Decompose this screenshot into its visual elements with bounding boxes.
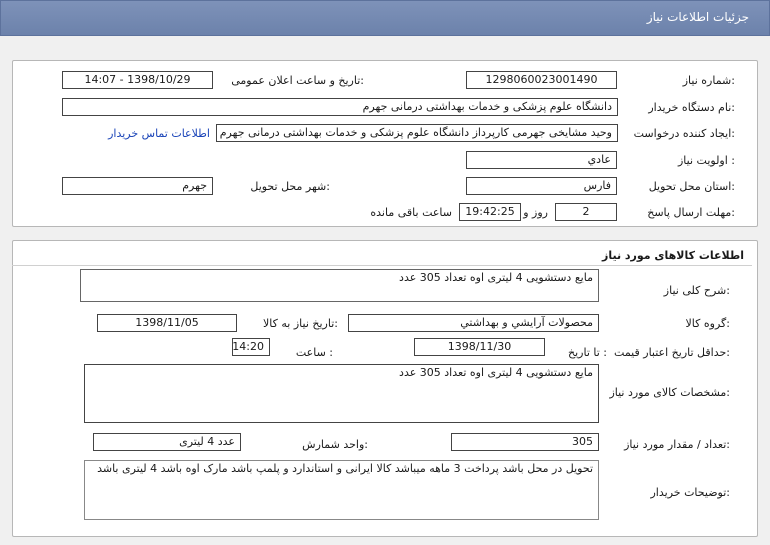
days-and-text: روز و: [523, 206, 548, 219]
goods-group-label: گروه کالا:: [685, 317, 730, 330]
creator-label: ایجاد کننده درخواست:: [633, 127, 735, 140]
need-number-field: 1298060023001490: [466, 71, 617, 89]
unit-field: عدد 4 لیتری: [93, 433, 241, 451]
deadline-label: مهلت ارسال پاسخ:: [647, 206, 735, 219]
page-header: جزئیات اطلاعات نیاز: [0, 0, 770, 36]
to-date-field: 1398/11/30: [414, 338, 545, 356]
validity-time-field: 14:20: [232, 338, 270, 356]
priority-field: عادي: [466, 151, 617, 169]
buyer-notes-field: تحویل در محل باشد پرداخت 3 ماهه میباشد ک…: [84, 460, 599, 520]
quantity-field: 305: [451, 433, 599, 451]
city-field: جهرم: [62, 177, 213, 195]
buyer-field: دانشگاه علوم پزشکی و خدمات بهداشتی درمان…: [62, 98, 618, 116]
province-label: استان محل تحویل:: [648, 180, 735, 193]
buyer-notes-label: توضیحات خریدار:: [650, 486, 731, 499]
buyer-label: نام دستگاه خریدار:: [648, 101, 735, 114]
page-title: جزئیات اطلاعات نیاز: [646, 10, 749, 24]
summary-label: شرح کلی نیاز:: [663, 284, 730, 297]
price-validity-label: حداقل تاریخ اعتبار قیمت:: [614, 346, 730, 359]
deadline-days-field: 2: [555, 203, 617, 221]
specs-label: مشخصات کالای مورد نیاز:: [609, 386, 730, 399]
validity-time-label: ساعت :: [295, 346, 333, 359]
need-date-field: 1398/11/05: [97, 314, 237, 332]
quantity-label: تعداد / مقدار مورد نیاز:: [624, 438, 730, 451]
need-date-label: تاریخ نیاز به کالا:: [263, 317, 338, 330]
announce-date-field: 1398/10/29 - 14:07: [62, 71, 213, 89]
unit-label: واحد شمارش:: [302, 438, 368, 451]
need-number-label: شماره نیاز:: [682, 74, 735, 87]
buyer-contact-link[interactable]: اطلاعات تماس خریدار: [108, 127, 210, 140]
city-label: شهر محل تحویل:: [250, 180, 330, 193]
summary-field: مایع دستشویی 4 لیتری اوه تعداد 305 عدد: [80, 269, 599, 302]
creator-field: وحید مشایخی جهرمی کارپرداز دانشگاه علوم …: [216, 124, 618, 142]
remaining-text: ساعت باقی مانده: [370, 206, 452, 219]
goods-title-divider: [12, 265, 752, 266]
announce-date-label: تاریخ و ساعت اعلان عمومی:: [231, 74, 364, 87]
goods-group-field: محصولات آرایشي و بهداشتي: [348, 314, 599, 332]
province-field: فارس: [466, 177, 617, 195]
priority-label: اولویت نیاز :: [677, 154, 735, 167]
to-date-label: تا تاریخ :: [568, 346, 607, 359]
specs-field: مایع دستشویی 4 لیتری اوه تعداد 305 عدد: [84, 364, 599, 423]
goods-section-title: اطلاعات کالاهای مورد نیاز: [602, 249, 744, 262]
deadline-time-field: 19:42:25: [459, 203, 521, 221]
